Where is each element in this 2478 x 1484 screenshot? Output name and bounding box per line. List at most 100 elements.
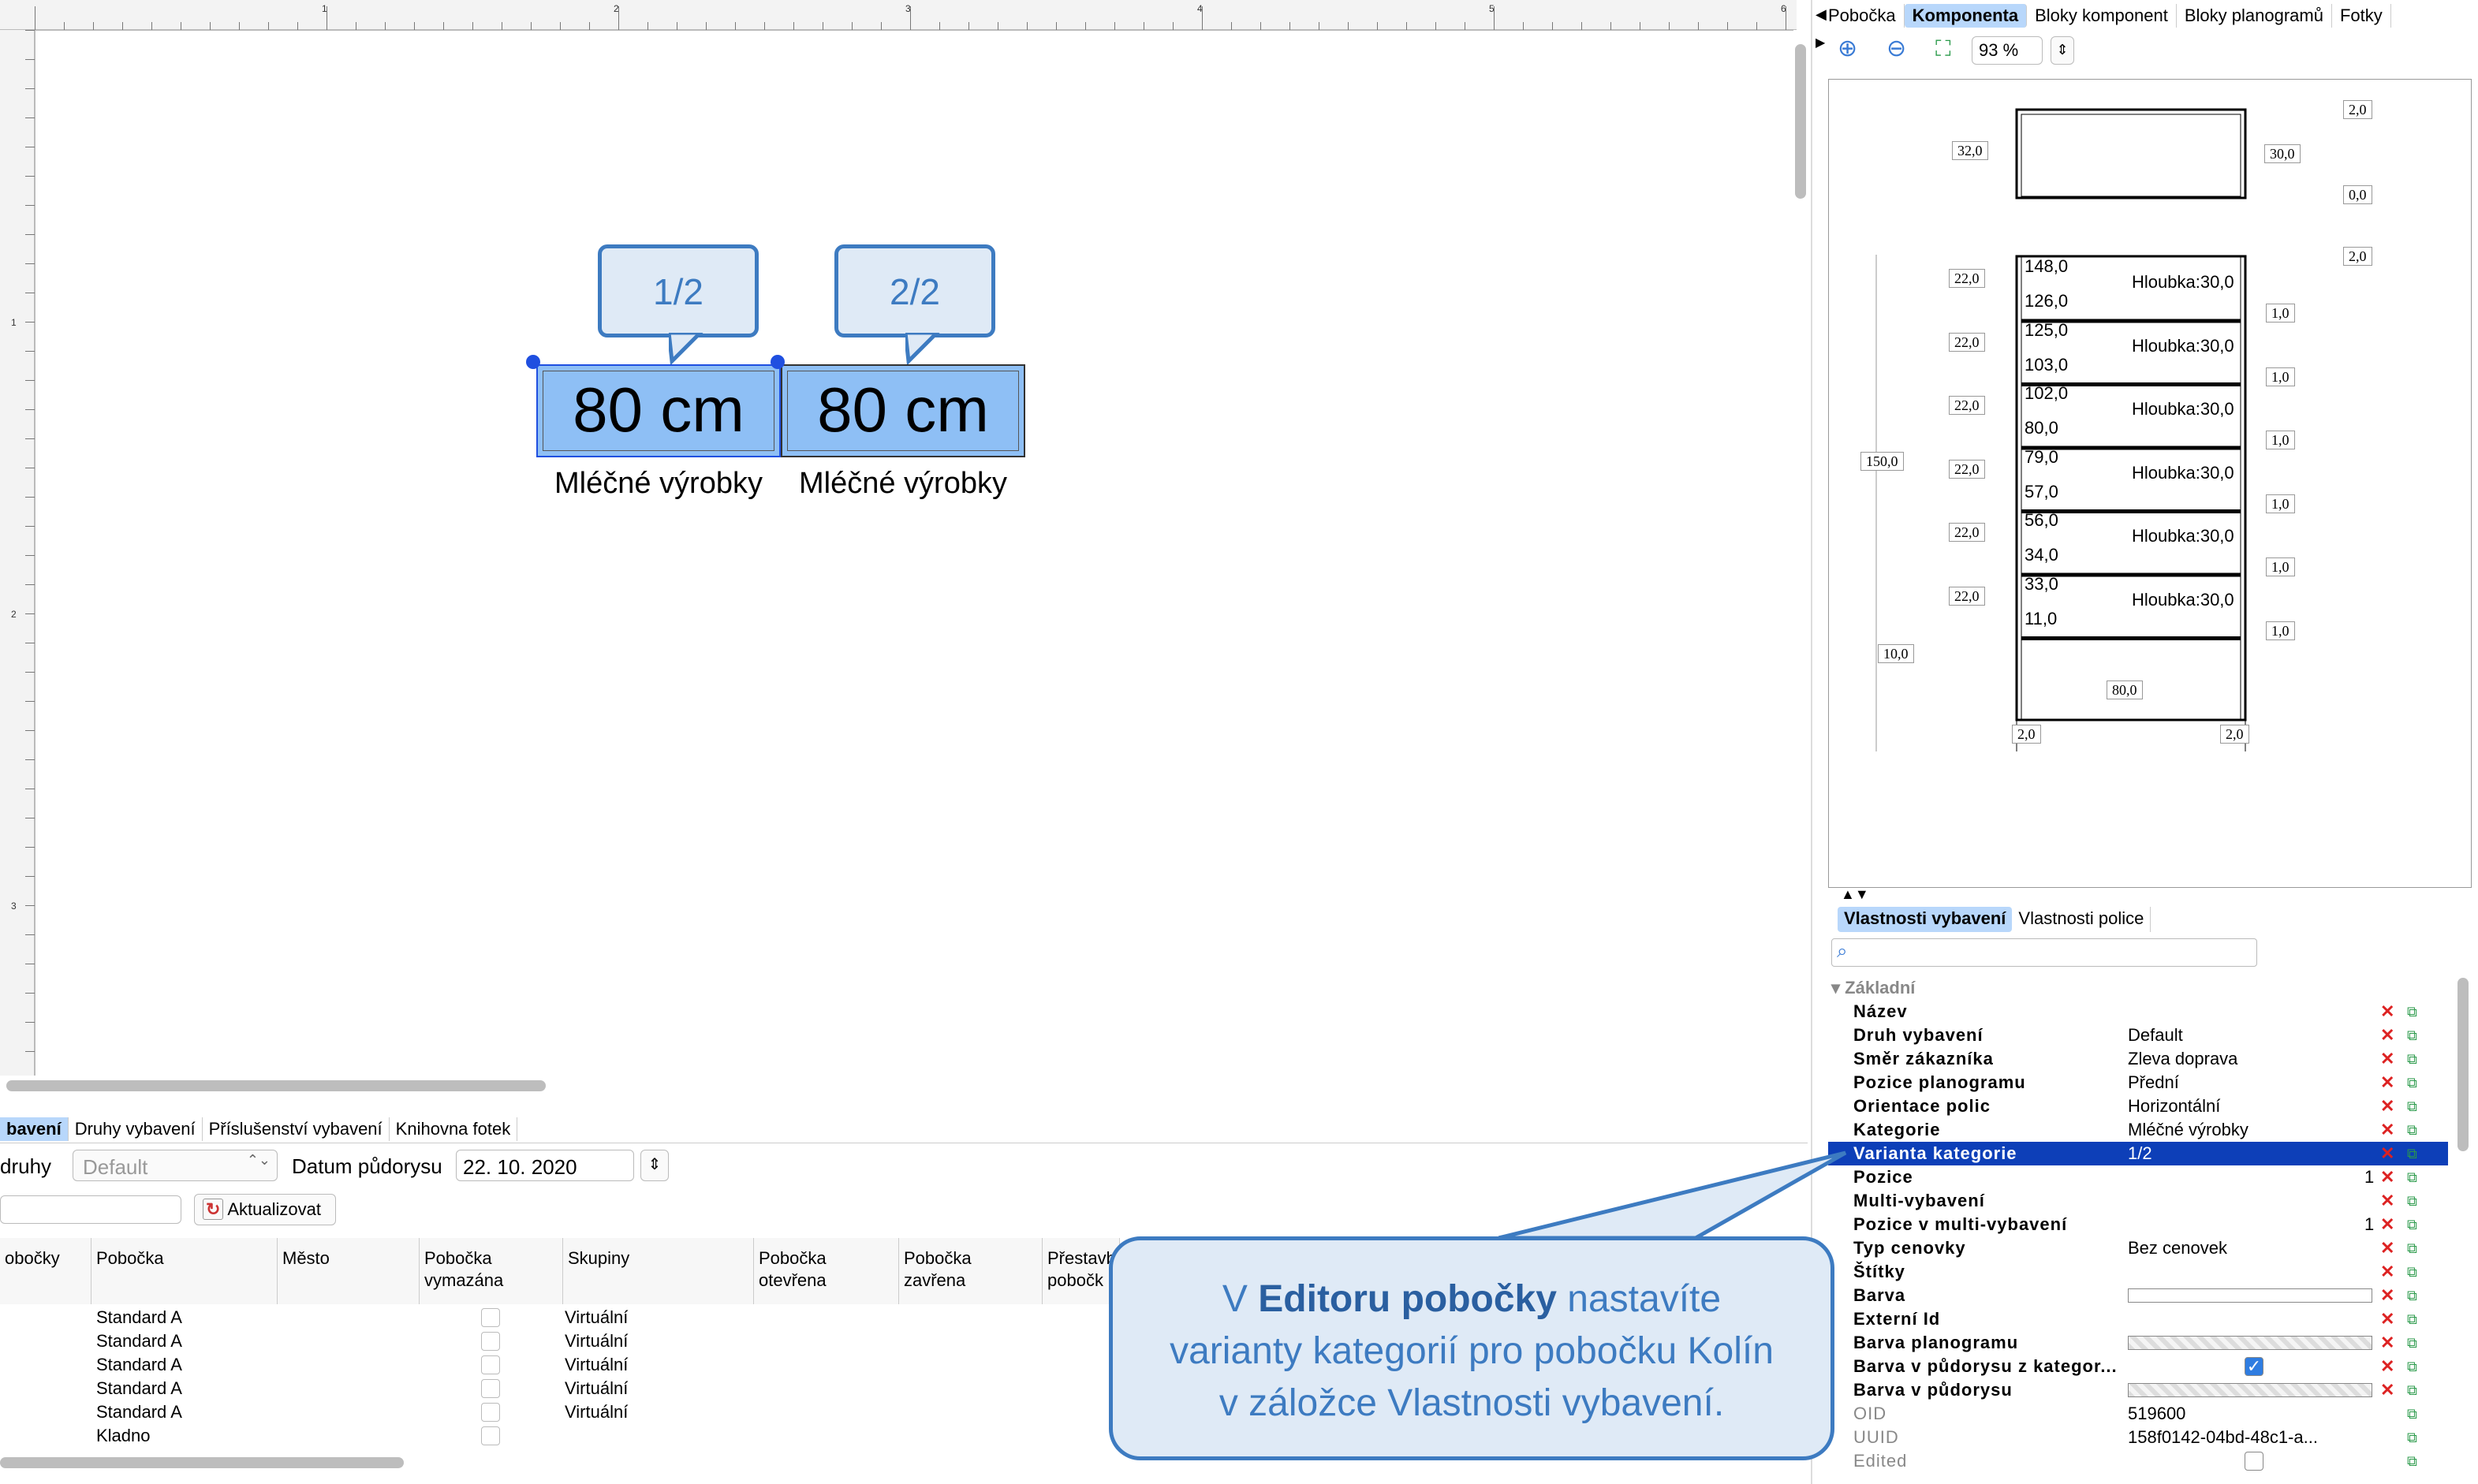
tab-pobocka[interactable]: Pobočka bbox=[1820, 4, 1905, 28]
edit-icon[interactable]: ⧉ bbox=[2407, 1260, 2417, 1284]
edit-icon[interactable]: ⧉ bbox=[2407, 1236, 2417, 1260]
property-value[interactable]: Default bbox=[2128, 1024, 2183, 1047]
property-value[interactable]: Horizontální bbox=[2128, 1094, 2220, 1118]
zoom-in-icon[interactable]: ⊕ bbox=[1838, 35, 1857, 62]
clear-icon[interactable]: ✕ bbox=[2380, 1378, 2394, 1402]
edit-icon[interactable]: ⧉ bbox=[2407, 1378, 2417, 1402]
col-header[interactable]: Město bbox=[278, 1238, 420, 1304]
canvas-vscrollbar[interactable] bbox=[1795, 44, 1806, 199]
tab-fotky[interactable]: Fotky bbox=[2332, 4, 2391, 28]
clear-icon[interactable]: ✕ bbox=[2380, 1236, 2394, 1260]
edit-icon[interactable]: ⧉ bbox=[2407, 1071, 2417, 1094]
edit-icon[interactable]: ⧉ bbox=[2407, 1189, 2417, 1213]
clear-icon[interactable]: ✕ bbox=[2380, 1000, 2394, 1024]
property-value[interactable]: 1 bbox=[2364, 1165, 2374, 1189]
split-arrows-icon[interactable]: ▲▼ bbox=[1841, 886, 1869, 903]
property-row[interactable]: Barva v půdorysu z kategor... ✓ ✕ ⧉ bbox=[1828, 1355, 2448, 1378]
property-row[interactable]: Barva v půdorysu ✕ ⧉ bbox=[1828, 1378, 2448, 1402]
property-row[interactable]: Orientace polic Horizontální ✕ ⧉ bbox=[1828, 1094, 2448, 1118]
edit-icon[interactable]: ⧉ bbox=[2407, 1402, 2417, 1426]
property-row[interactable]: OID 519600 ⧉ bbox=[1828, 1402, 2448, 1426]
edit-icon[interactable]: ⧉ bbox=[2407, 1024, 2417, 1047]
checkbox[interactable] bbox=[481, 1332, 500, 1351]
edit-icon[interactable]: ⧉ bbox=[2407, 1142, 2417, 1165]
property-row[interactable]: Edited ⧉ bbox=[1828, 1449, 2448, 1473]
tab-vlastnosti-vybaveni[interactable]: Vlastnosti vybavení bbox=[1838, 907, 2013, 932]
tab-vlastnosti-police[interactable]: Vlastnosti police bbox=[2012, 907, 2151, 932]
clear-icon[interactable]: ✕ bbox=[2380, 1024, 2394, 1047]
selection-handle[interactable] bbox=[771, 355, 785, 369]
col-header[interactable]: Skupiny bbox=[563, 1238, 754, 1304]
col-header[interactable]: Pobočka otevřena bbox=[754, 1238, 899, 1304]
property-row[interactable]: Kategorie Mléčné výrobky ✕ ⧉ bbox=[1828, 1118, 2448, 1142]
property-value[interactable]: 1 bbox=[2364, 1213, 2374, 1236]
clear-icon[interactable]: ✕ bbox=[2380, 1355, 2394, 1378]
color-swatch[interactable] bbox=[2128, 1336, 2372, 1350]
tab-vybaveni[interactable]: bavení bbox=[0, 1117, 68, 1141]
property-row[interactable]: Název ✕ ⧉ bbox=[1828, 1000, 2448, 1024]
property-row[interactable]: Barva ✕ ⧉ bbox=[1828, 1284, 2448, 1307]
clear-icon[interactable]: ✕ bbox=[2380, 1307, 2394, 1331]
tab-prislusenstvi[interactable]: Příslušenství vybavení bbox=[201, 1117, 389, 1141]
property-value[interactable]: 519600 bbox=[2128, 1402, 2185, 1426]
druhy-select[interactable]: Default ⌃⌄ bbox=[73, 1150, 278, 1181]
clear-icon[interactable]: ✕ bbox=[2380, 1331, 2394, 1355]
property-row[interactable]: UUID 158f0142-04bd-48c1-a... ⧉ bbox=[1828, 1426, 2448, 1449]
table-row[interactable]: Standard A Virtuální bbox=[0, 1329, 1120, 1353]
edit-icon[interactable]: ⧉ bbox=[2407, 1426, 2417, 1449]
property-row[interactable]: Pozice 1 ✕ ⧉ bbox=[1828, 1165, 2448, 1189]
property-value[interactable]: Bez cenovek bbox=[2128, 1236, 2227, 1260]
property-value[interactable]: Mléčné výrobky bbox=[2128, 1118, 2248, 1142]
property-value[interactable]: 1/2 bbox=[2128, 1142, 2152, 1165]
col-header[interactable]: Pobočka vymazána bbox=[420, 1238, 563, 1304]
checkbox[interactable] bbox=[481, 1355, 500, 1374]
clear-icon[interactable]: ✕ bbox=[2380, 1047, 2394, 1071]
property-row[interactable]: Barva planogramu ✕ ⧉ bbox=[1828, 1331, 2448, 1355]
property-row[interactable]: Druh vybavení Default ✕ ⧉ bbox=[1828, 1024, 2448, 1047]
edit-icon[interactable]: ⧉ bbox=[2407, 1118, 2417, 1142]
property-row[interactable]: Štítky ✕ ⧉ bbox=[1828, 1260, 2448, 1284]
col-header[interactable]: obočky bbox=[0, 1238, 91, 1304]
zoom-fit-icon[interactable]: ⛶ bbox=[1935, 36, 1951, 62]
edit-icon[interactable]: ⧉ bbox=[2407, 1165, 2417, 1189]
tab-bloky-planogramu[interactable]: Bloky planogramů bbox=[2177, 4, 2332, 28]
refresh-button[interactable]: ↻ Aktualizovat bbox=[194, 1194, 336, 1225]
clear-icon[interactable]: ✕ bbox=[2380, 1189, 2394, 1213]
checkbox[interactable] bbox=[481, 1379, 500, 1398]
edit-icon[interactable]: ⧉ bbox=[2407, 1307, 2417, 1331]
clear-icon[interactable]: ✕ bbox=[2380, 1142, 2394, 1165]
prop-search[interactable]: ⌕ bbox=[1831, 938, 2257, 967]
table-row[interactable]: Standard A Virtuální bbox=[0, 1377, 1120, 1400]
property-row[interactable]: Varianta kategorie 1/2 ✕ ⧉ bbox=[1828, 1142, 2448, 1165]
checkbox[interactable] bbox=[481, 1426, 500, 1445]
property-value[interactable]: Zleva doprava bbox=[2128, 1047, 2237, 1071]
property-checkbox[interactable]: ✓ bbox=[2245, 1357, 2263, 1376]
floorplan-canvas[interactable] bbox=[35, 30, 1793, 1076]
date-field[interactable]: 22. 10. 2020 bbox=[456, 1150, 634, 1181]
tab-druhy-vybaveni[interactable]: Druhy vybavení bbox=[67, 1117, 202, 1141]
property-row[interactable]: Externí Id ✕ ⧉ bbox=[1828, 1307, 2448, 1331]
clear-icon[interactable]: ✕ bbox=[2380, 1284, 2394, 1307]
col-header[interactable]: Pobočka zavřena bbox=[899, 1238, 1043, 1304]
canvas-hscrollbar[interactable] bbox=[6, 1080, 546, 1091]
clear-icon[interactable]: ✕ bbox=[2380, 1071, 2394, 1094]
edit-icon[interactable]: ⧉ bbox=[2407, 1000, 2417, 1024]
shelf-component[interactable]: 80 cm bbox=[536, 364, 781, 457]
edit-icon[interactable]: ⧉ bbox=[2407, 1449, 2417, 1473]
property-checkbox[interactable] bbox=[2245, 1452, 2263, 1471]
checkbox[interactable] bbox=[481, 1308, 500, 1327]
search-field[interactable] bbox=[0, 1195, 181, 1224]
color-swatch[interactable] bbox=[2128, 1383, 2372, 1397]
checkbox[interactable] bbox=[481, 1403, 500, 1422]
collapse-down-icon[interactable]: ▶ bbox=[1816, 35, 1825, 50]
property-row[interactable]: Směr zákazníka Zleva doprava ✕ ⧉ bbox=[1828, 1047, 2448, 1071]
tab-knihovna-fotek[interactable]: Knihovna fotek bbox=[388, 1117, 518, 1141]
edit-icon[interactable]: ⧉ bbox=[2407, 1047, 2417, 1071]
property-row[interactable]: Typ cenovky Bez cenovek ✕ ⧉ bbox=[1828, 1236, 2448, 1260]
edit-icon[interactable]: ⧉ bbox=[2407, 1094, 2417, 1118]
col-header[interactable]: Pobočka bbox=[91, 1238, 278, 1304]
edit-icon[interactable]: ⧉ bbox=[2407, 1213, 2417, 1236]
shelf-component[interactable]: 80 cm bbox=[781, 364, 1025, 457]
zoom-field[interactable]: 93 % bbox=[1972, 36, 2043, 65]
edit-icon[interactable]: ⧉ bbox=[2407, 1284, 2417, 1307]
